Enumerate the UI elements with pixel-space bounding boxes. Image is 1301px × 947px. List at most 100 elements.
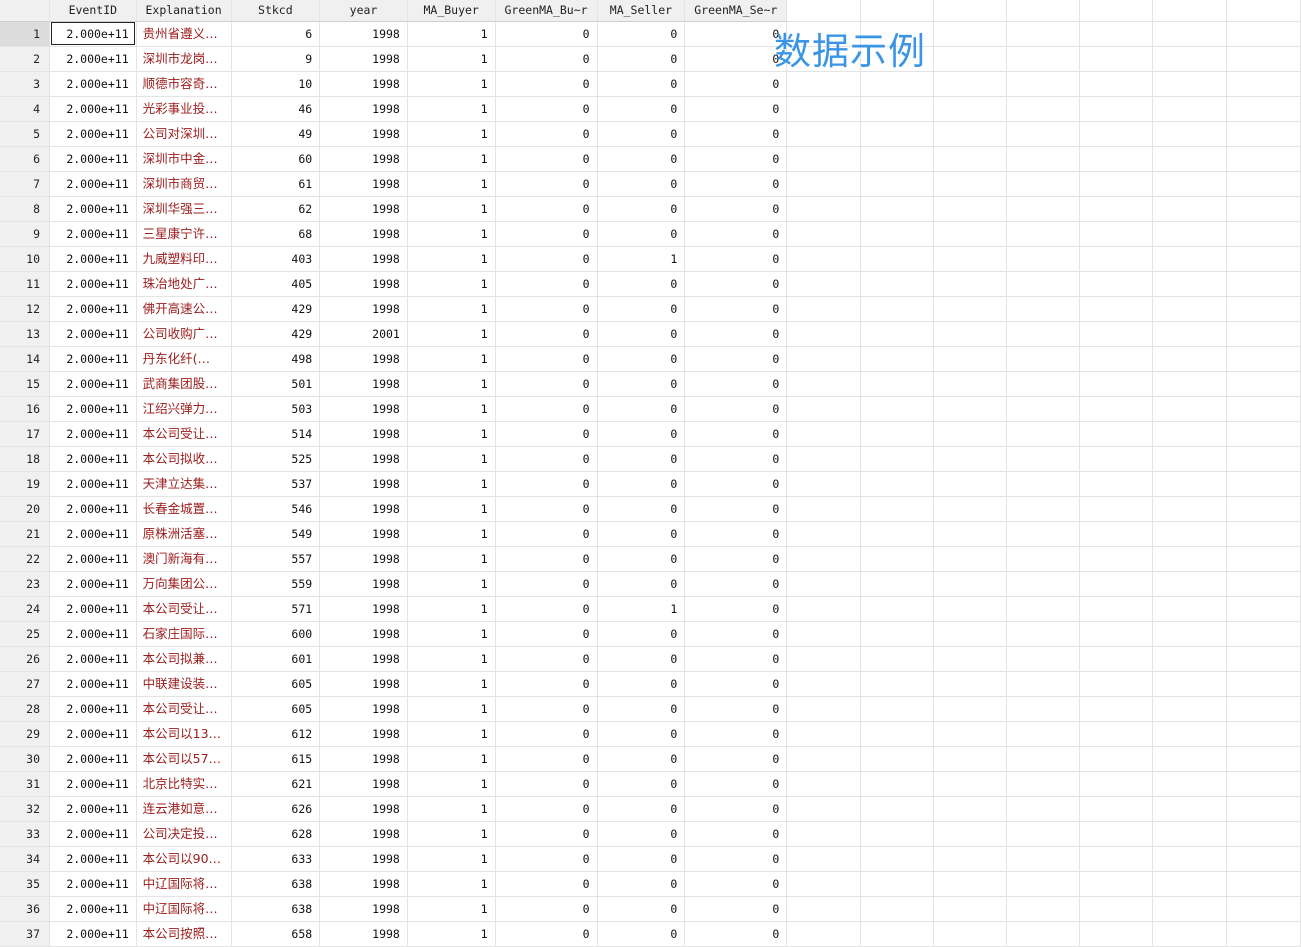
cell-year[interactable]: 1998 bbox=[319, 221, 408, 247]
empty-cell[interactable] bbox=[1006, 721, 1081, 747]
row-number[interactable]: 13 bbox=[0, 321, 50, 347]
empty-cell[interactable] bbox=[1226, 46, 1301, 72]
cell-greenma-seller[interactable]: 0 bbox=[684, 196, 788, 222]
cell-explanation[interactable]: 本公司以13… bbox=[136, 721, 232, 747]
empty-cell[interactable] bbox=[1079, 546, 1154, 572]
cell-stkcd[interactable]: 6 bbox=[231, 21, 321, 47]
cell-ma-seller[interactable]: 0 bbox=[597, 396, 686, 422]
empty-cell[interactable] bbox=[786, 271, 861, 297]
empty-cell[interactable] bbox=[1226, 71, 1301, 97]
cell-explanation[interactable]: 石家庄国际… bbox=[136, 621, 232, 647]
cell-eventid[interactable]: 2.000e+11 bbox=[49, 246, 137, 272]
table-row[interactable]: 23 2.000e+11 万向集团公… 559 1998 1 0 0 0 bbox=[0, 571, 1301, 597]
cell-ma-seller[interactable]: 0 bbox=[597, 221, 686, 247]
cell-greenma-seller[interactable]: 0 bbox=[684, 571, 788, 597]
row-number[interactable]: 36 bbox=[0, 896, 50, 922]
cell-year[interactable]: 1998 bbox=[319, 196, 408, 222]
table-row[interactable]: 24 2.000e+11 本公司受让… 571 1998 1 0 1 0 bbox=[0, 596, 1301, 622]
cell-year[interactable]: 1998 bbox=[319, 96, 408, 122]
cell-ma-buyer[interactable]: 1 bbox=[407, 721, 496, 747]
cell-year[interactable]: 1998 bbox=[319, 171, 408, 197]
empty-cell[interactable] bbox=[786, 221, 861, 247]
empty-cell[interactable] bbox=[1226, 696, 1301, 722]
row-number[interactable]: 20 bbox=[0, 496, 50, 522]
cell-eventid[interactable]: 2.000e+11 bbox=[49, 121, 137, 147]
cell-greenma-seller[interactable]: 0 bbox=[684, 596, 788, 622]
empty-cell[interactable] bbox=[786, 196, 861, 222]
cell-eventid[interactable]: 2.000e+11 bbox=[49, 396, 137, 422]
row-number[interactable]: 3 bbox=[0, 71, 50, 97]
cell-year[interactable]: 1998 bbox=[319, 471, 408, 497]
empty-cell[interactable] bbox=[786, 146, 861, 172]
cell-stkcd[interactable]: 612 bbox=[231, 721, 321, 747]
cell-ma-seller[interactable]: 0 bbox=[597, 496, 686, 522]
empty-cell[interactable] bbox=[860, 21, 934, 47]
empty-cell[interactable] bbox=[1006, 921, 1081, 947]
row-number[interactable]: 28 bbox=[0, 696, 50, 722]
empty-cell[interactable] bbox=[1152, 96, 1227, 122]
cell-greenma-buyer[interactable]: 0 bbox=[495, 621, 598, 647]
empty-cell[interactable] bbox=[933, 621, 1008, 647]
cell-ma-buyer[interactable]: 1 bbox=[407, 71, 496, 97]
cell-greenma-seller[interactable]: 0 bbox=[684, 146, 788, 172]
row-number[interactable]: 29 bbox=[0, 721, 50, 747]
cell-greenma-seller[interactable]: 0 bbox=[684, 71, 788, 97]
empty-cell[interactable] bbox=[860, 396, 934, 422]
table-row[interactable]: 33 2.000e+11 公司决定投… 628 1998 1 0 0 0 bbox=[0, 821, 1301, 847]
cell-stkcd[interactable]: 621 bbox=[231, 771, 321, 797]
empty-cell[interactable] bbox=[786, 371, 861, 397]
cell-greenma-buyer[interactable]: 0 bbox=[495, 846, 598, 872]
cell-explanation[interactable]: 本公司拟兼… bbox=[136, 646, 232, 672]
empty-cell[interactable] bbox=[1006, 71, 1081, 97]
cell-explanation[interactable]: 原株洲活塞… bbox=[136, 521, 232, 547]
cell-greenma-seller[interactable]: 0 bbox=[684, 771, 788, 797]
cell-ma-buyer[interactable]: 1 bbox=[407, 396, 496, 422]
empty-cell[interactable] bbox=[786, 746, 861, 772]
empty-cell[interactable] bbox=[1079, 896, 1154, 922]
cell-greenma-seller[interactable]: 0 bbox=[684, 921, 788, 947]
empty-cell[interactable] bbox=[1226, 396, 1301, 422]
empty-cell[interactable] bbox=[933, 446, 1008, 472]
table-row[interactable]: 30 2.000e+11 本公司以57… 615 1998 1 0 0 0 bbox=[0, 746, 1301, 772]
cell-year[interactable]: 2001 bbox=[319, 321, 408, 347]
cell-stkcd[interactable]: 503 bbox=[231, 396, 321, 422]
empty-cell[interactable] bbox=[1079, 146, 1154, 172]
cell-explanation[interactable]: 本公司以57… bbox=[136, 746, 232, 772]
empty-cell[interactable] bbox=[786, 796, 861, 822]
cell-ma-buyer[interactable]: 1 bbox=[407, 921, 496, 947]
cell-greenma-seller[interactable]: 0 bbox=[684, 796, 788, 822]
cell-ma-seller[interactable]: 1 bbox=[597, 246, 686, 272]
cell-year[interactable]: 1998 bbox=[319, 621, 408, 647]
empty-cell[interactable] bbox=[1152, 646, 1227, 672]
cell-eventid[interactable]: 2.000e+11 bbox=[49, 46, 137, 72]
empty-cell[interactable] bbox=[860, 646, 934, 672]
row-number[interactable]: 26 bbox=[0, 646, 50, 672]
empty-cell[interactable] bbox=[1152, 496, 1227, 522]
empty-cell[interactable] bbox=[1226, 271, 1301, 297]
empty-cell[interactable] bbox=[1226, 571, 1301, 597]
cell-greenma-buyer[interactable]: 0 bbox=[495, 696, 598, 722]
cell-eventid[interactable]: 2.000e+11 bbox=[49, 921, 137, 947]
cell-year[interactable]: 1998 bbox=[319, 46, 408, 72]
cell-ma-seller[interactable]: 0 bbox=[597, 621, 686, 647]
cell-ma-buyer[interactable]: 1 bbox=[407, 146, 496, 172]
column-header-explanation[interactable]: Explanation bbox=[136, 0, 232, 22]
cell-stkcd[interactable]: 638 bbox=[231, 871, 321, 897]
cell-explanation[interactable]: 九威塑料印… bbox=[136, 246, 232, 272]
cell-greenma-buyer[interactable]: 0 bbox=[495, 421, 598, 447]
cell-greenma-buyer[interactable]: 0 bbox=[495, 821, 598, 847]
cell-stkcd[interactable]: 549 bbox=[231, 521, 321, 547]
cell-ma-buyer[interactable]: 1 bbox=[407, 96, 496, 122]
empty-cell[interactable] bbox=[1152, 171, 1227, 197]
empty-cell[interactable] bbox=[1226, 671, 1301, 697]
table-row[interactable]: 18 2.000e+11 本公司拟收… 525 1998 1 0 0 0 bbox=[0, 446, 1301, 472]
empty-cell[interactable] bbox=[786, 21, 861, 47]
cell-ma-seller[interactable]: 0 bbox=[597, 871, 686, 897]
empty-cell[interactable] bbox=[860, 246, 934, 272]
cell-greenma-seller[interactable]: 0 bbox=[684, 896, 788, 922]
cell-stkcd[interactable]: 9 bbox=[231, 46, 321, 72]
cell-greenma-buyer[interactable]: 0 bbox=[495, 296, 598, 322]
empty-cell[interactable] bbox=[1079, 371, 1154, 397]
empty-cell[interactable] bbox=[1226, 371, 1301, 397]
row-number[interactable]: 31 bbox=[0, 771, 50, 797]
